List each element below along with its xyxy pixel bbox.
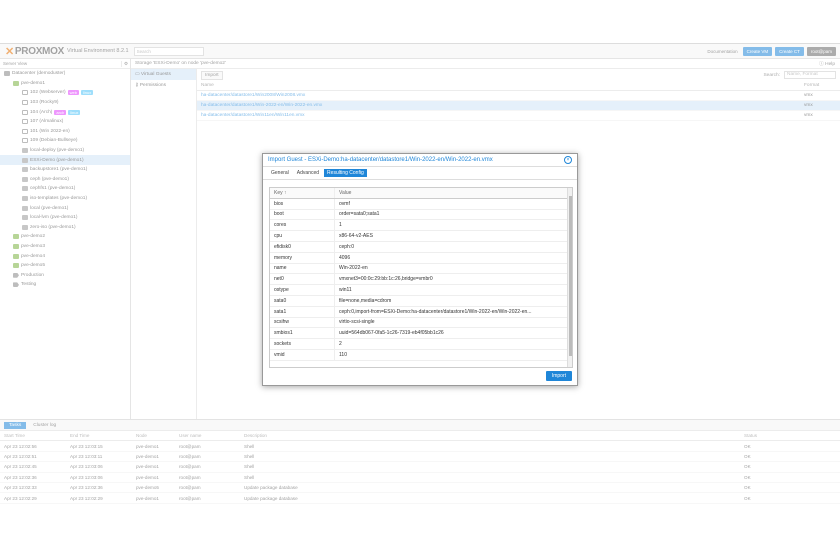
- config-value: vmxnet3=00:0c:29:bb:1c:26,bridge=vmbr0: [339, 276, 433, 283]
- config-row[interactable]: efidisk0 ceph:0: [270, 241, 572, 253]
- dialog-title-bar: Import Guest - ESXi-Demo:ha-datacenter/d…: [263, 154, 577, 167]
- config-key: bios: [270, 198, 335, 209]
- dialog-title: Import Guest - ESXi-Demo:ha-datacenter/d…: [268, 157, 493, 163]
- config-row[interactable]: scsihw virtio-scsi-single: [270, 317, 572, 329]
- config-row[interactable]: ostype win11: [270, 285, 572, 296]
- config-key: sata1: [270, 306, 335, 317]
- config-row[interactable]: sata0 file=none,media=cdrom: [270, 295, 572, 307]
- config-value: order=sata0;sata1: [339, 211, 380, 218]
- tab-resulting-config[interactable]: Resulting Config: [324, 169, 367, 177]
- scrollbar-thumb[interactable]: [569, 196, 572, 356]
- dialog-tabs: General Advanced Resulting Config: [263, 167, 577, 180]
- tab-advanced[interactable]: Advanced: [294, 169, 322, 177]
- config-value: ovmf: [339, 200, 350, 207]
- config-key: scsihw: [270, 317, 335, 328]
- config-key: name: [270, 263, 335, 274]
- config-key: memory: [270, 252, 335, 263]
- config-key: vmid: [270, 349, 335, 360]
- config-key: cores: [270, 220, 335, 231]
- config-row[interactable]: sockets 2: [270, 339, 572, 350]
- col-key[interactable]: Key ↑: [270, 188, 335, 198]
- config-value: 110: [339, 351, 347, 358]
- config-value: 1: [339, 222, 342, 229]
- import-guest-dialog: Import Guest - ESXi-Demo:ha-datacenter/d…: [262, 153, 578, 386]
- config-value: file=none,media=cdrom: [339, 297, 392, 304]
- config-key: net0: [270, 274, 335, 285]
- close-icon[interactable]: ×: [564, 156, 572, 164]
- col-value[interactable]: Value: [335, 190, 572, 196]
- dialog-footer: Import: [263, 367, 577, 385]
- proxmox-window: ✕ PROXMOX Virtual Environment 8.2.1 Sear…: [0, 43, 840, 518]
- config-row[interactable]: bios ovmf: [270, 198, 572, 210]
- config-row[interactable]: name Win-2022-en: [270, 263, 572, 275]
- config-value: 4096: [339, 254, 351, 261]
- config-row[interactable]: sata1 ceph:0,import-from=ESXi-Demo:ha-dat…: [270, 306, 572, 318]
- config-grid-body: bios ovmf boot order=sata0;sata1 cores 1 cpu x8…: [270, 198, 572, 361]
- config-value: ceph:0: [339, 243, 355, 250]
- config-row[interactable]: vmid 110: [270, 349, 572, 361]
- import-button[interactable]: Import: [545, 371, 572, 381]
- config-grid-header: Key ↑ Value: [270, 188, 572, 199]
- config-key: efidisk0: [270, 241, 335, 252]
- config-value: Win-2022-en: [339, 265, 368, 272]
- config-key: ostype: [270, 285, 335, 295]
- config-row[interactable]: boot order=sata0;sata1: [270, 209, 572, 221]
- config-value: virtio-scsi-single: [339, 319, 375, 326]
- config-value: 2: [339, 341, 342, 348]
- config-key: smbios1: [270, 328, 335, 339]
- config-grid: Key ↑ Value bios ovmf boot order=sata0;sata…: [269, 187, 573, 368]
- config-key: sata0: [270, 295, 335, 306]
- config-value: x86-64-v2-AES: [339, 233, 373, 240]
- config-row[interactable]: net0 vmxnet3=00:0c:29:bb:1c:26,bridge=vmb…: [270, 274, 572, 286]
- config-row[interactable]: smbios1 uuid=564db067-0fa5-1c26-7319-eb4f…: [270, 328, 572, 340]
- config-scrollbar[interactable]: [567, 188, 572, 367]
- tab-general[interactable]: General: [268, 169, 292, 177]
- config-row[interactable]: cores 1: [270, 220, 572, 232]
- config-value: ceph:0,import-from=ESXi-Demo:ha-datacent…: [339, 308, 532, 315]
- config-value: uuid=564db067-0fa5-1c26-7319-eb4f05bb1c2…: [339, 330, 444, 337]
- config-key: sockets: [270, 339, 335, 349]
- config-key: boot: [270, 209, 335, 220]
- config-row[interactable]: memory 4096: [270, 252, 572, 264]
- config-row[interactable]: cpu x86-64-v2-AES: [270, 231, 572, 242]
- config-key: cpu: [270, 231, 335, 241]
- config-value: win11: [339, 287, 352, 294]
